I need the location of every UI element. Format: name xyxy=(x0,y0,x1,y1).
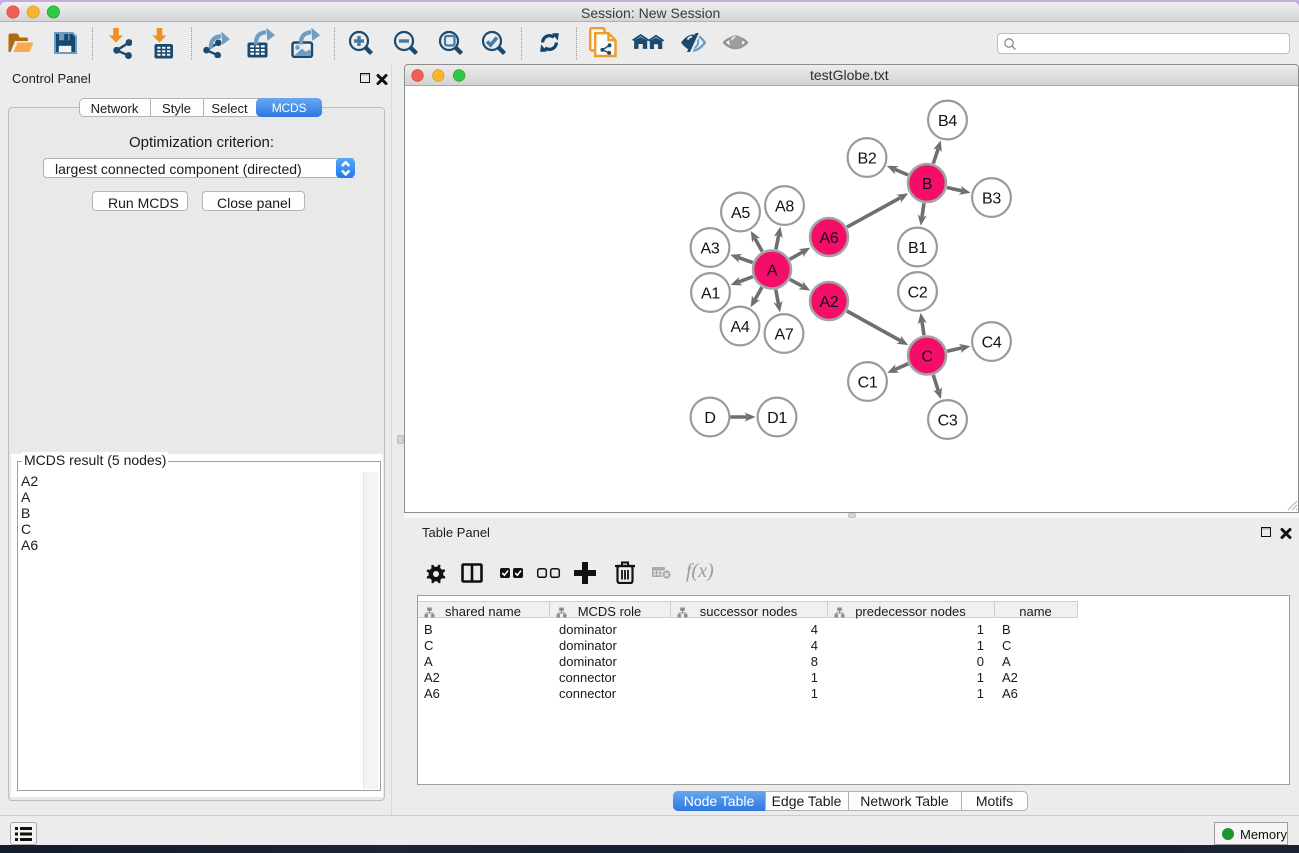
svg-text:C2: C2 xyxy=(908,284,928,301)
svg-text:B3: B3 xyxy=(982,190,1001,207)
svg-text:B1: B1 xyxy=(908,240,927,257)
svg-text:A8: A8 xyxy=(775,198,794,215)
svg-text:D1: D1 xyxy=(767,410,787,427)
svg-text:C4: C4 xyxy=(982,334,1002,351)
svg-text:A2: A2 xyxy=(820,294,839,311)
svg-text:C3: C3 xyxy=(938,412,958,429)
svg-text:A5: A5 xyxy=(731,205,750,222)
svg-text:D: D xyxy=(704,410,715,427)
svg-text:A7: A7 xyxy=(775,326,794,343)
svg-text:A1: A1 xyxy=(701,285,720,302)
svg-text:B: B xyxy=(922,176,932,193)
svg-text:A3: A3 xyxy=(701,240,720,257)
svg-text:A4: A4 xyxy=(731,319,750,336)
svg-text:C: C xyxy=(921,348,932,365)
svg-text:A: A xyxy=(767,262,778,279)
svg-text:C1: C1 xyxy=(858,374,878,391)
svg-text:B2: B2 xyxy=(858,150,877,167)
svg-text:A6: A6 xyxy=(820,230,839,247)
svg-text:B4: B4 xyxy=(938,113,957,130)
